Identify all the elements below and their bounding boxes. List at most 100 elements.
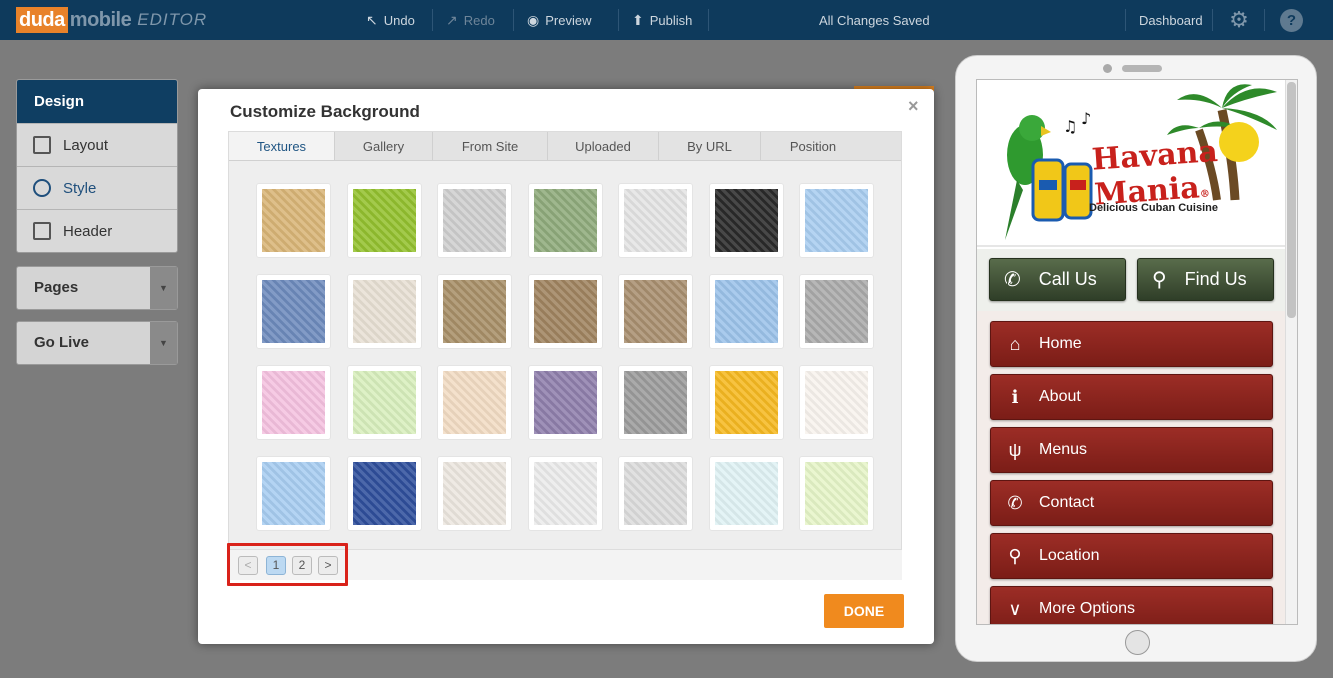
toolbar-divider <box>1264 9 1265 31</box>
swatch-preview <box>715 371 778 434</box>
find-us-button[interactable]: ⚲ Find Us <box>1137 258 1274 301</box>
design-panel: Design Layout Style Header <box>16 79 178 253</box>
gray-vertical-texture[interactable] <box>618 365 693 440</box>
light-green-curves-texture[interactable] <box>347 365 422 440</box>
top-toolbar: duda mobile EDITOR ↖ Undo ↗ Redo ◉ Previ… <box>0 0 1333 40</box>
palette-icon <box>33 179 51 197</box>
blue-denim-texture[interactable] <box>256 274 331 349</box>
nav-button-contact[interactable]: ✆ Contact <box>990 480 1273 526</box>
redo-button[interactable]: ↗ Redo <box>446 0 495 40</box>
swatch-preview <box>262 280 325 343</box>
sidebar-item-header[interactable]: Header <box>17 209 177 252</box>
pages-dropdown[interactable]: Pages ▼ <box>16 266 178 310</box>
white-lattice-texture[interactable] <box>528 456 603 531</box>
swatch-preview <box>262 462 325 525</box>
preview-scroll-thumb[interactable] <box>1287 82 1296 318</box>
tab-position[interactable]: Position <box>761 132 865 160</box>
tan-paper-texture[interactable] <box>256 183 331 258</box>
purple-diagonal-texture[interactable] <box>528 365 603 440</box>
preview-label: Preview <box>545 12 592 28</box>
brown-diagonal-texture[interactable] <box>437 274 512 349</box>
gray-horizontal-texture[interactable] <box>799 274 874 349</box>
swatch-preview <box>353 371 416 434</box>
map-pin-icon: ⚲ <box>1152 269 1167 291</box>
help-icon[interactable]: ? <box>1280 9 1303 32</box>
logo-subtitle: Delicious Cuban Cuisine <box>1089 202 1218 214</box>
swatch-preview <box>624 371 687 434</box>
nav-button-home[interactable]: ⌂ Home <box>990 321 1273 367</box>
blue-triangle-texture[interactable] <box>256 456 331 531</box>
publish-button[interactable]: ⬆ Publish <box>632 0 692 40</box>
fork-knife-icon: ψ <box>1008 439 1022 460</box>
pink-texture[interactable] <box>256 365 331 440</box>
speaker-slot <box>1122 65 1162 72</box>
nav-button-about[interactable]: ℹ About <box>990 374 1273 420</box>
orange-dash-texture[interactable] <box>799 365 874 440</box>
done-button[interactable]: DONE <box>824 594 904 628</box>
nav-button-more-options[interactable]: ∨ More Options <box>990 586 1273 624</box>
undo-button[interactable]: ↖ Undo <box>366 0 415 40</box>
aqua-lattice-texture[interactable] <box>709 456 784 531</box>
sidebar-item-layout[interactable]: Layout <box>17 123 177 166</box>
settings-gear-icon[interactable]: ⚙ <box>1228 9 1250 31</box>
close-icon[interactable]: × <box>908 96 919 117</box>
camera-dot <box>1103 64 1112 73</box>
swatch-preview <box>353 462 416 525</box>
swatch-preview <box>443 280 506 343</box>
tab-textures[interactable]: Textures <box>229 132 335 160</box>
go-live-dropdown[interactable]: Go Live ▼ <box>16 321 178 365</box>
site-nav-menu: ⌂ Home ℹ About ψ Menus ✆ Contact ⚲ Location ∨ More … <box>977 311 1285 624</box>
dashboard-link[interactable]: Dashboard <box>1139 0 1203 40</box>
tab-from-site[interactable]: From Site <box>433 132 548 160</box>
brown-horizontal-texture[interactable] <box>618 274 693 349</box>
swatch-preview <box>353 189 416 252</box>
sidebar-item-style[interactable]: Style <box>17 166 177 209</box>
tab-by-url[interactable]: By URL <box>659 132 761 160</box>
page-1-button[interactable]: 1 <box>266 556 286 575</box>
preview-button[interactable]: ◉ Preview <box>527 0 591 40</box>
page-2-button[interactable]: 2 <box>292 556 312 575</box>
site-header-logo[interactable]: ♫ ♪ Havana Mania® Delicious Cuban Cuisin… <box>977 80 1285 247</box>
light-blue-tile-texture[interactable] <box>709 274 784 349</box>
diagonal-band-texture[interactable] <box>437 456 512 531</box>
yellow-cross-texture[interactable] <box>709 365 784 440</box>
nav-button-label: Contact <box>1039 494 1095 511</box>
navy-denim-texture[interactable] <box>347 456 422 531</box>
toolbar-divider <box>1125 9 1126 31</box>
green-circles-texture[interactable] <box>347 183 422 258</box>
black-brick-texture[interactable] <box>709 183 784 258</box>
green-diagonal-texture[interactable] <box>528 183 603 258</box>
brown-stripes-texture[interactable] <box>528 274 603 349</box>
phone-icon: ✆ <box>1007 492 1023 513</box>
phone-icon: ✆ <box>1004 269 1021 291</box>
blue-sky-texture[interactable] <box>799 183 874 258</box>
gray-triangle-texture[interactable] <box>618 456 693 531</box>
header-icon <box>33 222 51 240</box>
dropdown-arrow-icon[interactable]: ▼ <box>150 322 177 364</box>
call-us-label: Call Us <box>1038 269 1097 289</box>
tab-gallery[interactable]: Gallery <box>335 132 433 160</box>
beige-lattice-texture[interactable] <box>347 274 422 349</box>
gray-stripes-texture[interactable] <box>437 183 512 258</box>
tab-uploaded[interactable]: Uploaded <box>548 132 659 160</box>
toolbar-divider <box>1212 9 1213 31</box>
logo-title-text: Havana Mania <box>1090 133 1219 213</box>
call-us-button[interactable]: ✆ Call Us <box>989 258 1126 301</box>
design-heading[interactable]: Design <box>17 80 177 123</box>
white-geometric-texture[interactable] <box>618 183 693 258</box>
nav-button-location[interactable]: ⚲ Location <box>990 533 1273 579</box>
dropdown-arrow-icon[interactable]: ▼ <box>150 267 177 309</box>
pagination-highlight: < 1 2 > <box>227 543 348 586</box>
nav-button-label: Menus <box>1039 441 1088 458</box>
swatch-preview <box>805 280 868 343</box>
next-page-button[interactable]: > <box>318 556 338 575</box>
peach-diamond-texture[interactable] <box>437 365 512 440</box>
swatch-preview <box>715 280 778 343</box>
svg-text:♪: ♪ <box>1081 109 1091 128</box>
swatch-preview <box>262 189 325 252</box>
green-leaf-texture[interactable] <box>799 456 874 531</box>
prev-page-button[interactable]: < <box>238 556 258 575</box>
nav-button-menus[interactable]: ψ Menus <box>990 427 1273 473</box>
nav-button-label: Home <box>1039 335 1082 352</box>
left-sidebar: Design Layout Style Header Pages ▼ Go Li… <box>16 79 178 365</box>
